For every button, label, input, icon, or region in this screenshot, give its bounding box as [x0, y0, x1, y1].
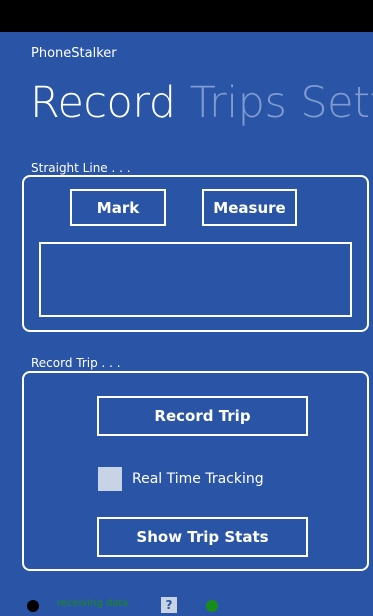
footer-status [0, 590, 373, 616]
help-icon[interactable]: ? [161, 597, 177, 613]
real-time-tracking-label: Real Time Tracking [132, 471, 264, 487]
gps-status-dot [206, 600, 218, 612]
pivot-trips[interactable]: Trips [190, 70, 287, 136]
connection-indicator-dot [27, 600, 39, 612]
measure-button[interactable]: Measure [202, 189, 297, 226]
system-status-bar [0, 0, 373, 32]
measurement-result-box [39, 242, 352, 317]
record-trip-label: Record Trip . . . [31, 356, 121, 370]
show-trip-stats-button[interactable]: Show Trip Stats [97, 517, 308, 557]
straight-line-label: Straight Line . . . [31, 161, 131, 175]
pivot-header: RecordTripsSettings [30, 70, 373, 136]
pivot-record[interactable]: Record [30, 70, 176, 136]
receiving-data-status: receiving data [57, 598, 129, 609]
real-time-tracking-checkbox[interactable] [98, 467, 122, 491]
mark-button[interactable]: Mark [70, 189, 166, 226]
record-trip-button[interactable]: Record Trip [97, 396, 308, 436]
app-title: PhoneStalker [31, 46, 117, 61]
pivot-settings[interactable]: Settings [300, 70, 373, 136]
